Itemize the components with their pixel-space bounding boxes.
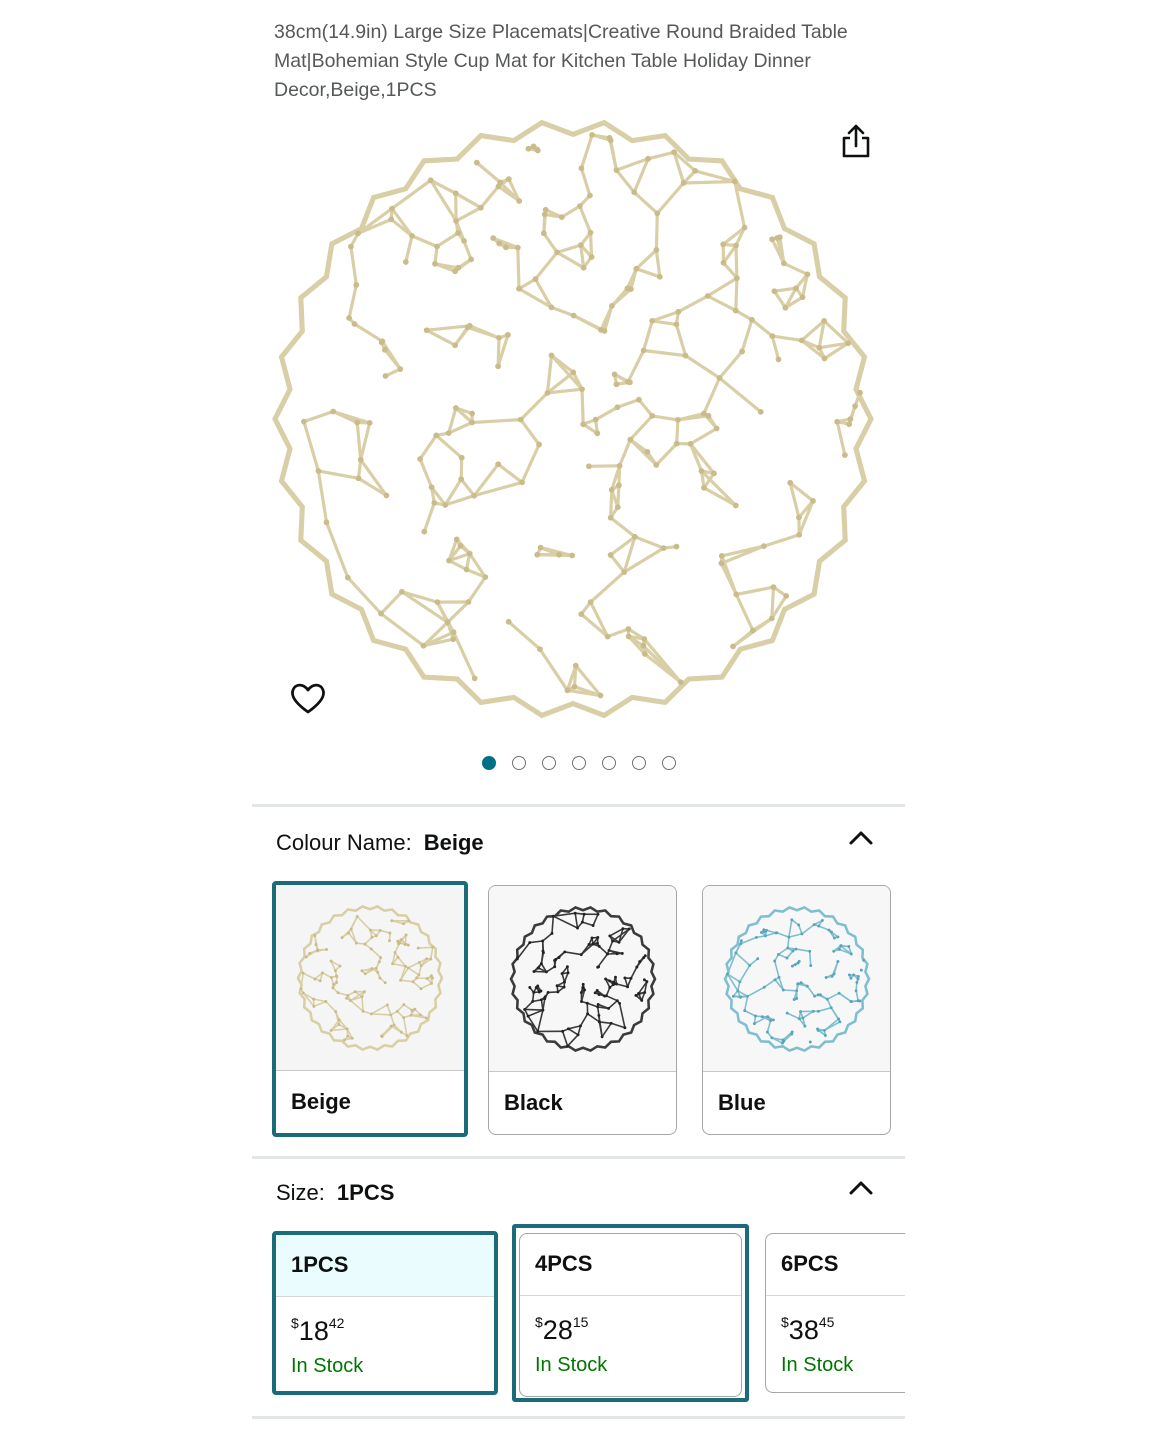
beige-placemat-thumbnail xyxy=(296,904,444,1051)
product-title: 38cm(14.9in) Large Size Placemats|Creati… xyxy=(274,21,848,101)
chevron-up-icon[interactable] xyxy=(846,1176,876,1198)
size-option-label: 1PCS xyxy=(291,1252,349,1277)
carousel-dot[interactable] xyxy=(601,756,616,770)
price-fraction: 15 xyxy=(572,1314,589,1330)
currency-symbol: $ xyxy=(781,1314,789,1330)
section-divider xyxy=(252,1156,905,1159)
heart-icon[interactable] xyxy=(288,680,328,716)
carousel-dot[interactable] xyxy=(481,756,496,770)
colour-option-label: Blue xyxy=(718,1090,766,1115)
size-option-6pcs[interactable]: 6PCS $3845 In Stock xyxy=(765,1233,925,1393)
price-whole: 38 xyxy=(788,1315,819,1345)
colour-option-label: Beige xyxy=(291,1089,351,1114)
colour-option-beige[interactable]: Beige xyxy=(272,881,468,1137)
stock-status: In Stock xyxy=(291,1355,364,1377)
price-fraction: 42 xyxy=(328,1315,345,1331)
carousel-dot[interactable] xyxy=(571,756,586,770)
colour-selected-value: Beige xyxy=(423,830,484,855)
size-option-4pcs[interactable]: 4PCS $2815 In Stock xyxy=(519,1233,742,1397)
scroll-clip xyxy=(905,1225,1153,1405)
carousel-dot[interactable] xyxy=(511,756,526,770)
swatch-image xyxy=(489,886,676,1072)
colour-name-label: Colour Name: Beige xyxy=(276,830,484,856)
black-placemat-thumbnail xyxy=(509,905,656,1052)
stock-status: In Stock xyxy=(535,1354,608,1376)
price-whole: 28 xyxy=(542,1315,573,1345)
image-carousel-dots xyxy=(0,756,1153,770)
carousel-dot[interactable] xyxy=(541,756,556,770)
currency-symbol: $ xyxy=(535,1314,543,1330)
stock-status: In Stock xyxy=(781,1354,854,1376)
blue-placemat-thumbnail xyxy=(723,905,870,1052)
placemat-image xyxy=(272,119,874,719)
price-whole: 18 xyxy=(298,1316,329,1346)
size-option-label: 6PCS xyxy=(781,1251,839,1276)
size-option-price: $2815 xyxy=(535,1314,588,1346)
size-label-text: Size: xyxy=(276,1180,325,1205)
carousel-dot[interactable] xyxy=(661,756,676,770)
carousel-dot[interactable] xyxy=(631,756,646,770)
colour-option-label: Black xyxy=(504,1090,563,1115)
colour-label-text: Colour Name: xyxy=(276,830,412,855)
currency-symbol: $ xyxy=(291,1315,299,1331)
colour-option-black[interactable]: Black xyxy=(488,885,677,1135)
size-option-price: $3845 xyxy=(781,1314,834,1346)
size-label: Size: 1PCS xyxy=(276,1180,394,1206)
size-option-price: $1842 xyxy=(291,1315,344,1347)
size-option-label: 4PCS xyxy=(535,1251,593,1276)
size-option-header: 1PCS xyxy=(276,1235,494,1297)
size-option-header: 6PCS xyxy=(766,1234,925,1296)
section-divider xyxy=(252,804,905,807)
share-icon[interactable] xyxy=(838,122,874,160)
price-fraction: 45 xyxy=(818,1314,835,1330)
size-option-header: 4PCS xyxy=(520,1234,741,1296)
chevron-up-icon[interactable] xyxy=(846,826,876,848)
size-selected-value: 1PCS xyxy=(336,1180,395,1205)
swatch-image xyxy=(703,886,890,1072)
swatch-image xyxy=(276,885,464,1071)
colour-option-blue[interactable]: Blue xyxy=(702,885,891,1135)
size-option-1pcs[interactable]: 1PCS $1842 In Stock xyxy=(272,1231,498,1395)
section-divider xyxy=(252,1416,905,1419)
product-image[interactable] xyxy=(262,112,892,732)
